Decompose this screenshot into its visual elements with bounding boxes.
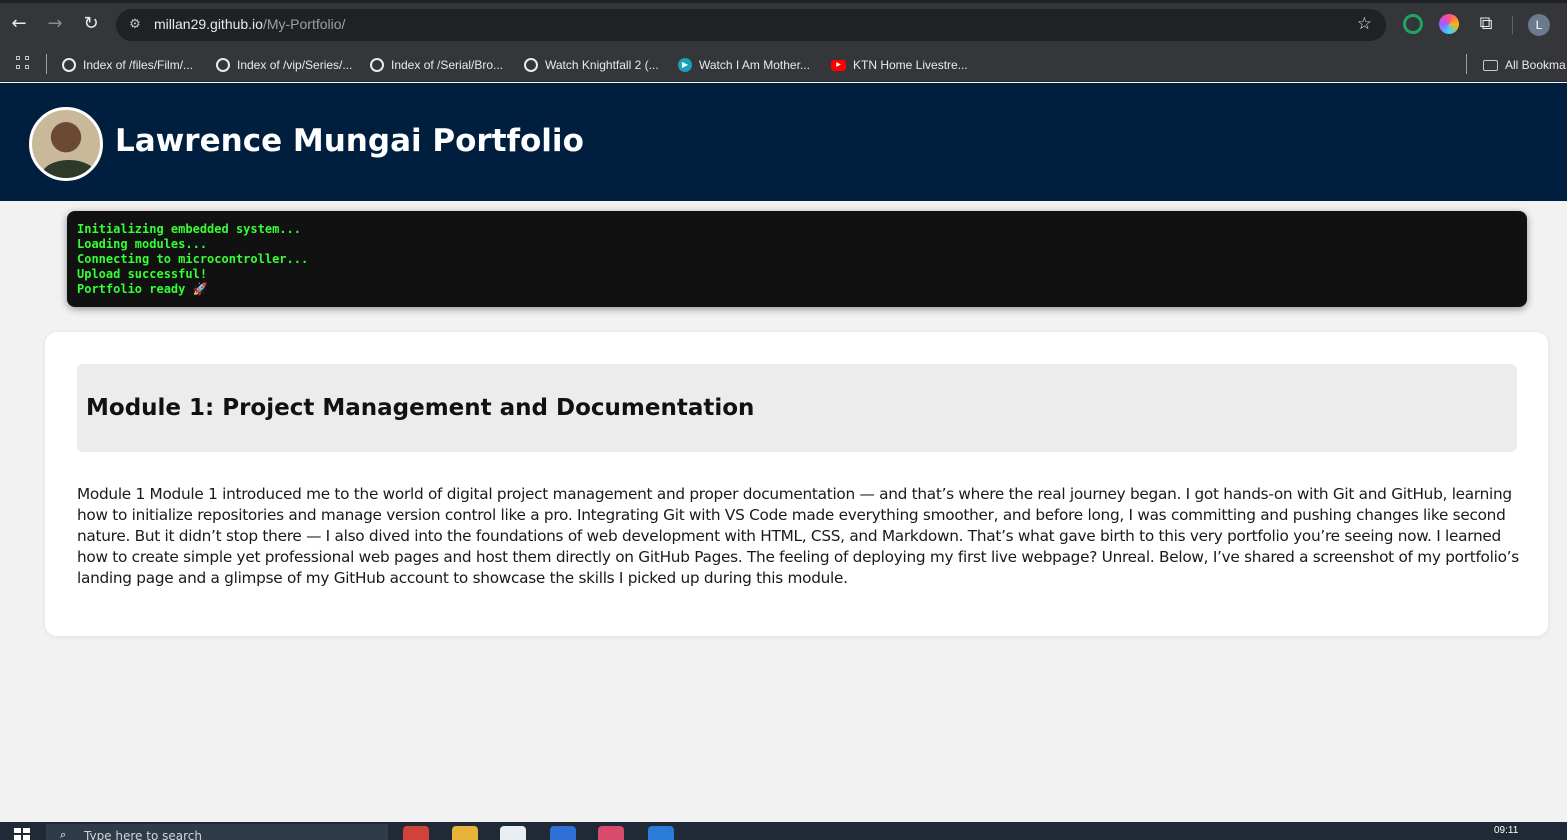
terminal-line: Connecting to microcontroller... <box>77 252 309 266</box>
bookmark-item[interactable]: Index of /vip/Series/... <box>216 54 352 76</box>
module-heading-box: Module 1: Project Management and Documen… <box>77 364 1517 452</box>
bookmark-item[interactable]: Index of /files/Film/... <box>62 54 193 76</box>
grammarly-extension-icon[interactable] <box>1403 14 1423 34</box>
youtube-icon: ▶ <box>831 59 846 71</box>
folder-icon <box>1483 59 1498 71</box>
bookmark-label: KTN Home Livestre... <box>853 58 968 72</box>
forward-arrow-icon[interactable]: → <box>43 12 67 36</box>
terminal-line: Initializing embedded system... <box>77 222 301 236</box>
bookmark-item[interactable]: Index of /Serial/Bro... <box>370 54 503 76</box>
reload-icon[interactable]: ↻ <box>79 12 103 36</box>
bookmark-item[interactable]: ▶ Watch I Am Mother... <box>678 54 810 76</box>
bookmark-label: Watch Knightfall 2 (... <box>545 58 659 72</box>
taskbar-clock: 09:11 <box>1494 825 1519 836</box>
app-taskbar-icon[interactable] <box>500 826 526 840</box>
windows-taskbar: ⌕ Type here to search 09:11 <box>0 822 1567 840</box>
site-header: Lawrence Mungai Portfolio <box>0 83 1567 201</box>
bookmark-label: Index of /files/Film/... <box>83 58 194 72</box>
bookmark-label: Index of /Serial/Bro... <box>391 58 504 72</box>
globe-icon <box>62 58 76 72</box>
bookmarks-bar: Index of /files/Film/... Index of /vip/S… <box>0 48 1567 82</box>
taskbar-search-placeholder: Type here to search <box>84 829 202 840</box>
play-icon: ▶ <box>678 58 692 72</box>
module-description: Module 1 Module 1 introduced me to the w… <box>77 485 1519 587</box>
terminal-line: Upload successful! <box>77 267 208 281</box>
bookmark-label: Watch I Am Mother... <box>699 58 810 72</box>
extensions-puzzle-icon[interactable]: ⧉ <box>1474 12 1498 36</box>
bookmark-label: Index of /vip/Series/... <box>237 58 353 72</box>
windows-start-icon[interactable] <box>14 828 30 840</box>
profile-photo <box>29 107 103 181</box>
globe-icon <box>216 58 230 72</box>
module-title: Module 1: Project Management and Documen… <box>86 395 755 421</box>
app-taskbar-icon[interactable] <box>648 826 674 840</box>
globe-icon <box>370 58 384 72</box>
bookmark-item[interactable]: ▶ KTN Home Livestre... <box>831 54 968 76</box>
all-bookmarks-button[interactable]: All Bookma <box>1483 54 1566 76</box>
file-explorer-icon[interactable] <box>452 826 478 840</box>
globe-icon <box>524 58 538 72</box>
bookmark-star-icon[interactable]: ☆ <box>1357 14 1372 34</box>
chrome-taskbar-icon[interactable] <box>403 826 429 840</box>
profile-avatar[interactable]: L <box>1528 14 1550 36</box>
module-card: Module 1: Project Management and Documen… <box>45 332 1548 636</box>
color-extension-icon[interactable] <box>1439 14 1459 34</box>
tab-strip <box>0 0 1567 3</box>
bookmark-item[interactable]: Watch Knightfall 2 (... <box>524 54 659 76</box>
back-arrow-icon[interactable]: ← <box>7 12 31 36</box>
terminal-line: Portfolio ready 🚀 <box>77 282 208 296</box>
all-bookmarks-label: All Bookma <box>1505 58 1566 72</box>
toolbar-divider <box>1512 16 1513 34</box>
search-icon: ⌕ <box>60 828 67 840</box>
taskbar-search[interactable]: ⌕ Type here to search <box>46 824 388 840</box>
site-settings-icon[interactable]: ⚙ <box>126 16 144 34</box>
bookmark-divider <box>46 54 47 74</box>
bookmark-divider <box>1466 54 1467 74</box>
url-path: /My-Portfolio/ <box>262 16 346 32</box>
site-title: Lawrence Mungai Portfolio <box>115 123 584 159</box>
url-domain: millan29.github.io <box>154 16 263 32</box>
terminal-line: Loading modules... <box>77 237 208 251</box>
app-taskbar-icon[interactable] <box>598 826 624 840</box>
app-taskbar-icon[interactable] <box>550 826 576 840</box>
browser-toolbar: ← → ↻ ⚙ millan29.github.io/My-Portfolio/… <box>0 0 1567 48</box>
url-text[interactable]: millan29.github.io/My-Portfolio/ <box>154 16 345 32</box>
apps-grid-icon[interactable] <box>16 56 32 72</box>
boot-terminal: Initializing embedded system... Loading … <box>67 211 1527 307</box>
address-bar[interactable]: ⚙ millan29.github.io/My-Portfolio/ ☆ <box>116 9 1386 41</box>
